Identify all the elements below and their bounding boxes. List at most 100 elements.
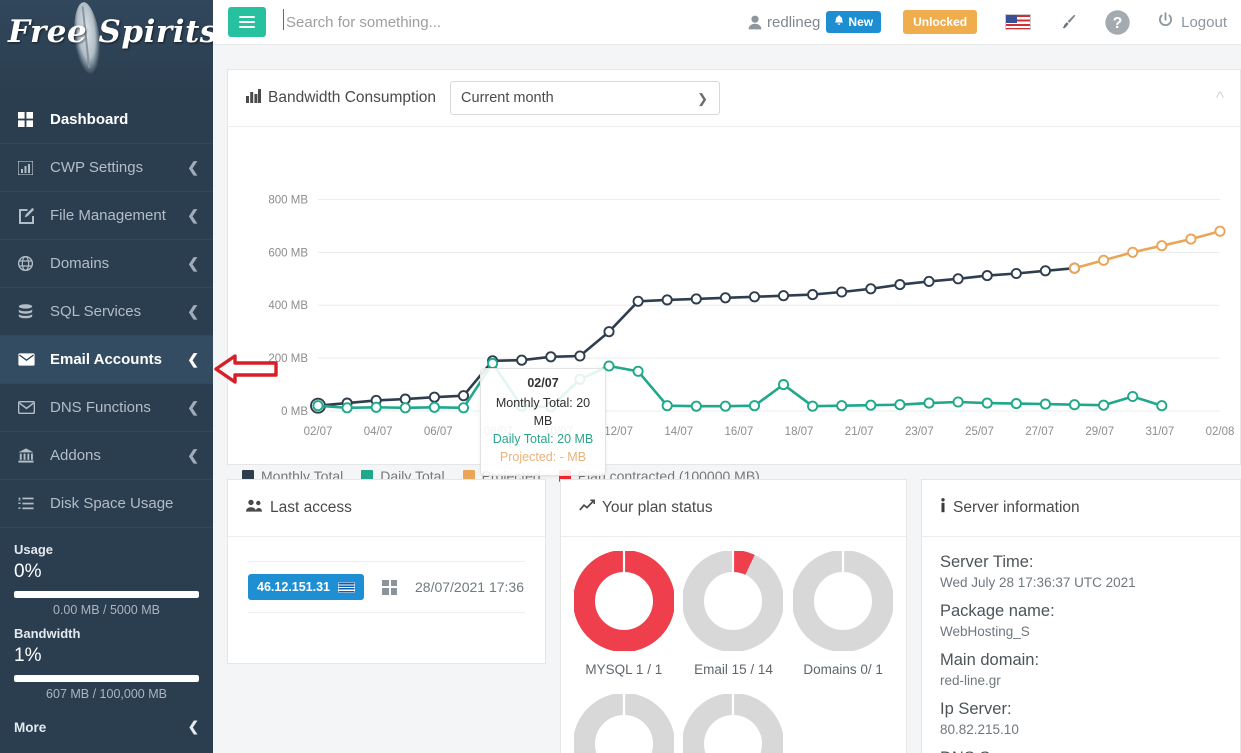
plan-donut[interactable]: Domains 0/ 1 bbox=[788, 551, 898, 678]
data-point-marker[interactable] bbox=[865, 283, 877, 295]
data-point-marker[interactable] bbox=[1098, 254, 1110, 266]
info-icon bbox=[940, 498, 946, 518]
usage-progress-fill bbox=[14, 591, 199, 598]
data-point-marker[interactable] bbox=[719, 400, 731, 412]
chart-title-label: Bandwidth Consumption bbox=[268, 89, 437, 106]
data-point-marker[interactable] bbox=[952, 273, 964, 285]
data-point-marker[interactable] bbox=[574, 350, 586, 362]
last-access-header: Last access bbox=[228, 480, 545, 537]
power-icon bbox=[1157, 11, 1174, 33]
data-point-marker[interactable] bbox=[777, 379, 790, 391]
data-point-marker[interactable] bbox=[807, 289, 819, 301]
data-point-marker[interactable] bbox=[312, 400, 324, 412]
data-point-marker[interactable] bbox=[981, 397, 993, 409]
logout-button[interactable]: Logout bbox=[1157, 11, 1227, 33]
data-point-marker[interactable] bbox=[1010, 267, 1022, 280]
header-actions: redlineg New Unlocked ? Logout bbox=[748, 9, 1241, 36]
sidebar-item-addons[interactable]: Addons ❮ bbox=[0, 432, 213, 480]
unlocked-badge[interactable]: Unlocked bbox=[903, 10, 978, 34]
data-point-marker[interactable] bbox=[981, 270, 993, 282]
data-point-marker[interactable] bbox=[1068, 262, 1081, 274]
sidebar-item-disk-space-usage[interactable]: Disk Space Usage bbox=[0, 480, 213, 528]
data-point-marker[interactable] bbox=[690, 400, 702, 412]
new-badge-label: New bbox=[848, 15, 874, 29]
data-point-marker[interactable] bbox=[952, 396, 964, 408]
data-point-marker[interactable] bbox=[865, 399, 877, 411]
search-input[interactable] bbox=[284, 7, 704, 37]
data-point-marker[interactable] bbox=[807, 400, 819, 412]
data-point-marker[interactable] bbox=[428, 391, 440, 403]
data-point-marker[interactable] bbox=[1156, 400, 1168, 412]
data-point-marker[interactable] bbox=[1010, 398, 1022, 410]
data-point-marker[interactable] bbox=[690, 293, 702, 305]
data-point-marker[interactable] bbox=[1098, 399, 1110, 411]
data-point-marker[interactable] bbox=[1156, 240, 1168, 252]
data-point-marker[interactable] bbox=[545, 351, 557, 363]
data-point-marker[interactable] bbox=[836, 400, 848, 412]
last-access-title-label: Last access bbox=[270, 499, 352, 516]
sidebar-item-sql-services[interactable]: SQL Services ❮ bbox=[0, 288, 213, 336]
data-point-marker[interactable] bbox=[632, 295, 644, 307]
data-point-marker[interactable] bbox=[748, 400, 761, 412]
sidebar-item-more[interactable]: More ❮ bbox=[0, 710, 213, 744]
bandwidth-line-chart[interactable]: 800 MB600 MB400 MB200 MB0 MB02/07 04/07 06… bbox=[228, 127, 1240, 463]
data-point-marker[interactable] bbox=[632, 365, 644, 377]
data-point-marker[interactable] bbox=[777, 290, 790, 302]
data-point-marker[interactable] bbox=[836, 286, 848, 298]
data-point-marker[interactable] bbox=[457, 390, 470, 402]
x-axis-tick-label: 02/07 bbox=[304, 426, 333, 438]
data-point-marker[interactable] bbox=[719, 292, 731, 304]
data-point-marker[interactable] bbox=[661, 294, 673, 306]
plan-donut[interactable]: FTP 0 / 1 bbox=[679, 694, 789, 753]
data-point-marker[interactable] bbox=[1039, 265, 1051, 277]
data-point-marker[interactable] bbox=[370, 401, 382, 413]
data-point-marker[interactable] bbox=[399, 402, 411, 414]
us-flag-icon[interactable] bbox=[1005, 14, 1032, 30]
data-point-marker[interactable] bbox=[1068, 399, 1081, 411]
data-point-marker[interactable] bbox=[457, 402, 470, 414]
user-menu[interactable]: redlineg bbox=[748, 14, 820, 31]
server-information-body: Server Time: Wed July 28 17:36:37 UTC 202… bbox=[922, 537, 1240, 753]
plan-donut[interactable]: Email 15 / 14 bbox=[679, 551, 789, 678]
data-point-marker[interactable] bbox=[1039, 398, 1051, 410]
donut-track bbox=[793, 551, 894, 651]
collapse-panel-icon[interactable]: ^ bbox=[1216, 88, 1224, 108]
data-point-marker[interactable] bbox=[748, 291, 761, 303]
server-information-header: Server information bbox=[922, 480, 1240, 537]
data-point-marker[interactable] bbox=[894, 279, 906, 291]
plan-donut[interactable]: MYSQL 1 / 1 bbox=[569, 551, 679, 678]
sidebar-item-email-accounts[interactable]: Email Accounts ❮ bbox=[0, 336, 213, 384]
data-point-marker[interactable] bbox=[428, 401, 440, 413]
sidebar-item-dns-functions[interactable]: DNS Functions ❮ bbox=[0, 384, 213, 432]
period-select[interactable]: Current monthLast monthLast 6 monthsLast… bbox=[450, 81, 721, 115]
plan-donut[interactable]: SubDomain 0/ 3 bbox=[569, 694, 679, 753]
data-point-marker[interactable] bbox=[1127, 390, 1139, 403]
sidebar-item-file-management[interactable]: File Management ❮ bbox=[0, 192, 213, 240]
notifications-badge[interactable]: New bbox=[826, 11, 882, 33]
data-point-marker[interactable] bbox=[341, 402, 353, 414]
data-point-marker[interactable] bbox=[603, 326, 615, 338]
sidebar-item-domains[interactable]: Domains ❮ bbox=[0, 240, 213, 288]
data-point-marker[interactable] bbox=[1185, 233, 1197, 245]
sidebar-item-dashboard[interactable]: Dashboard bbox=[0, 96, 213, 144]
server-information-title-label: Server information bbox=[953, 499, 1080, 516]
data-point-marker[interactable] bbox=[603, 360, 615, 372]
data-point-marker[interactable] bbox=[923, 397, 935, 409]
data-point-marker[interactable] bbox=[1127, 246, 1139, 258]
data-point-marker[interactable] bbox=[1214, 225, 1226, 237]
chevron-left-icon: ❮ bbox=[187, 207, 199, 223]
usage-progress-bar bbox=[14, 591, 199, 598]
ip-address-badge[interactable]: 46.12.151.31 bbox=[248, 574, 364, 600]
brand-logo[interactable]: Free Spirits bbox=[0, 0, 213, 96]
data-point-marker[interactable] bbox=[487, 357, 499, 369]
data-point-marker[interactable] bbox=[923, 275, 935, 287]
plan-status-panel: Your plan status MYSQL 1 / 1 Email 15 / 1… bbox=[560, 479, 907, 753]
bandwidth-title: Bandwidth bbox=[14, 626, 81, 641]
menu-toggle-button[interactable] bbox=[228, 7, 266, 37]
sidebar-item-cwp-settings[interactable]: CWP Settings ❮ bbox=[0, 144, 213, 192]
data-point-marker[interactable] bbox=[516, 354, 528, 366]
data-point-marker[interactable] bbox=[894, 399, 906, 411]
theme-brush-icon[interactable] bbox=[1059, 13, 1078, 32]
data-point-marker[interactable] bbox=[661, 400, 673, 412]
help-icon[interactable]: ? bbox=[1104, 9, 1131, 36]
